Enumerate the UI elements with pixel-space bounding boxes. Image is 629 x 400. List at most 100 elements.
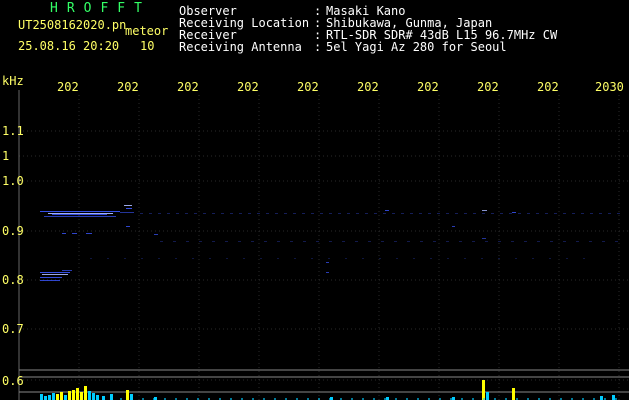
signal-mark [52,214,107,215]
signal-mark [518,213,521,214]
signal-mark [394,241,397,242]
signal-mark [446,213,449,214]
signal-mark [428,213,431,214]
signal-mark [192,258,194,259]
signal-mark [212,241,215,242]
signal-mark [527,213,530,214]
signal-mark [602,241,605,242]
hrofft-screen: HROFFT UT2508162020.pn meteor 25.08.16 2… [0,0,629,400]
signal-mark [290,241,293,242]
lower-reference-lines [19,369,629,393]
signal-mark [238,241,241,242]
signal-mark [141,258,143,259]
signal-mark [120,212,134,213]
signal-mark [550,241,553,242]
signal-mark [326,262,329,263]
x-tick-label: 202 [297,80,319,94]
activity-bar [482,380,485,400]
signal-mark [230,213,233,214]
signal-mark [194,213,197,214]
signal-mark [338,213,341,214]
signal-mark [410,213,413,214]
signal-mark [40,272,70,273]
signal-mark [316,241,319,242]
signal-mark [482,213,485,214]
signal-mark [407,241,410,242]
activity-bar [44,396,47,400]
signal-mark [311,213,314,214]
signal-mark [345,258,347,259]
activity-bar [102,396,105,400]
x-tick-label: 202 [357,80,379,94]
x-tick-label: 202 [477,80,499,94]
signal-mark [124,205,132,206]
signal-mark [392,213,395,214]
signal-mark [464,213,467,214]
signal-mark [455,213,458,214]
signal-mark [590,213,593,214]
signal-mark [599,213,602,214]
signal-mark [420,241,423,242]
signal-mark [173,241,176,242]
activity-bar-strip [40,380,617,400]
signal-mark [498,241,501,242]
signal-mark [549,258,551,259]
y-tick-label: 1 [2,149,10,163]
y-tick-label: 1.1 [2,124,24,138]
signal-mark [385,210,389,211]
spectrogram-graph [18,90,629,400]
signal-mark [430,258,432,259]
signal-mark [381,241,384,242]
signal-mark [524,241,527,242]
signal-mark [452,226,455,227]
signal-mark [40,280,60,281]
x-tick-label: 202 [177,80,199,94]
signal-mark [209,258,211,259]
signal-mark [175,258,177,259]
x-tick-label: 202 [57,80,79,94]
signal-mark [221,213,224,214]
activity-bar [96,395,99,400]
signal-mark [275,213,278,214]
x-tick-label: 2030 [595,80,624,94]
signal-mark [199,241,202,242]
signal-mark [239,213,242,214]
signal-mark [154,234,158,235]
signal-mark [251,241,254,242]
signal-mark [40,211,120,212]
signal-mark [401,213,404,214]
vertical-gridlines [18,95,620,400]
signal-mark [167,213,170,214]
signal-mark [48,213,113,214]
signal-mark [311,258,313,259]
x-tick-label: 202 [237,80,259,94]
y-tick-label: 1.0 [2,174,24,188]
signal-mark [498,258,500,259]
datetime-stamp: 25.08.16 20:20 [18,39,120,53]
info-label-antenna: Receiving Antenna [179,40,302,54]
signal-mark [347,213,350,214]
activity-bar [92,393,95,400]
signal-mark [536,213,539,214]
y-tick-label: 0.9 [2,224,24,238]
signal-mark [473,213,476,214]
signal-mark [90,258,92,259]
signal-mark [566,258,568,259]
y-axis-unit: kHz [2,74,24,88]
signal-mark [589,241,592,242]
signal-mark [342,241,345,242]
activity-bar [40,394,43,400]
signal-mark [396,258,398,259]
signal-mark [583,258,585,259]
signal-mark [140,213,143,214]
signal-mark [482,238,486,239]
signal-mark [124,258,126,259]
meteor-signal-traces [40,205,620,281]
signal-mark [615,241,618,242]
signal-mark [264,241,267,242]
activity-bar [88,391,91,400]
signal-mark [459,241,462,242]
signal-mark [277,258,279,259]
signal-mark [176,213,179,214]
signal-mark [329,213,332,214]
